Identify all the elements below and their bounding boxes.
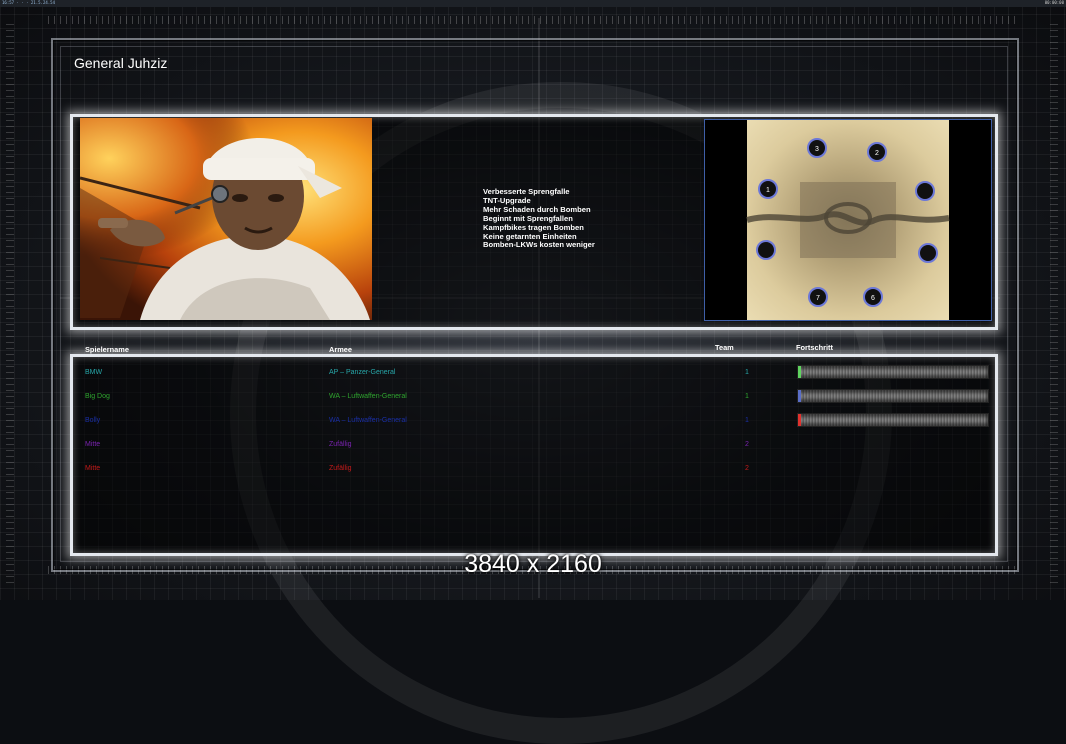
loading-progress-bar <box>797 389 989 403</box>
start-position[interactable] <box>756 240 776 260</box>
start-position[interactable]: 7 <box>808 287 828 307</box>
column-header-progress: Fortschritt <box>796 343 833 352</box>
start-position[interactable]: 3 <box>807 138 827 158</box>
start-position-label: 3 <box>815 146 819 153</box>
player-team: 1 <box>745 417 749 424</box>
map-preview[interactable]: 3 2 1 7 6 <box>704 119 992 321</box>
player-row: BMW AP – Panzer-General 1 <box>0 365 1066 381</box>
column-header-player-name: Spielername <box>85 345 129 354</box>
player-row: Mitte Zufällig 2 <box>0 465 1066 477</box>
start-position-label: 6 <box>871 295 875 302</box>
player-team: 2 <box>745 465 749 472</box>
player-army: Zufällig <box>329 441 352 448</box>
player-army: Zufällig <box>329 465 352 472</box>
player-name: Mitte <box>85 465 101 472</box>
player-name: Mitte <box>85 441 101 448</box>
player-row: Mitte Zufällig 2 <box>0 441 1066 453</box>
general-feature-list: Verbesserte Sprengfalle TNT-Upgrade Mehr… <box>483 187 595 250</box>
general-portrait <box>80 118 372 320</box>
player-team: 1 <box>745 369 749 376</box>
player-row: Big Dog WA – Luftwaffen-General 1 <box>0 389 1066 405</box>
player-army: WA – Luftwaffen-General <box>329 393 407 400</box>
player-army: WA – Luftwaffen-General <box>329 417 407 424</box>
ruler-right <box>1050 24 1058 584</box>
column-header-team: Team <box>715 343 734 352</box>
general-title: General Juhziz <box>74 55 168 71</box>
player-team: 2 <box>745 441 749 448</box>
start-position[interactable]: 6 <box>863 287 883 307</box>
progress-color-marker <box>798 366 801 378</box>
start-position-label: 2 <box>875 150 879 157</box>
player-name: Bolly <box>85 417 101 424</box>
top-status-clock: 00:00:00 <box>1044 0 1064 5</box>
player-list-panel <box>70 354 998 556</box>
start-position-label: 7 <box>816 295 820 302</box>
progress-color-marker <box>798 414 801 426</box>
player-army: AP – Panzer-General <box>329 369 396 376</box>
player-name: BMW <box>85 369 103 376</box>
ruler-top <box>48 16 1018 24</box>
start-position[interactable] <box>915 181 935 201</box>
start-position[interactable]: 1 <box>758 179 778 199</box>
column-header-army: Armee <box>329 345 353 354</box>
loading-progress-bar <box>797 365 989 379</box>
start-position-label: 1 <box>766 187 770 194</box>
feature-item: Bomben-LKWs kosten weniger <box>483 240 595 250</box>
start-position[interactable]: 2 <box>867 142 887 162</box>
player-name: Big Dog <box>85 393 110 400</box>
start-position[interactable] <box>918 243 938 263</box>
resolution-watermark: 3840 x 2160 <box>464 550 602 578</box>
player-row: Bolly WA – Luftwaffen-General 1 <box>0 413 1066 429</box>
ruler-left <box>6 24 14 584</box>
loading-progress-bar <box>797 413 989 427</box>
player-team: 1 <box>745 393 749 400</box>
top-status-left: 16:57 · · · 21.5.24.54 <box>2 0 55 5</box>
progress-color-marker <box>798 390 801 402</box>
top-status-bar: 16:57 · · · 21.5.24.54 00:00:00 <box>0 0 1066 7</box>
